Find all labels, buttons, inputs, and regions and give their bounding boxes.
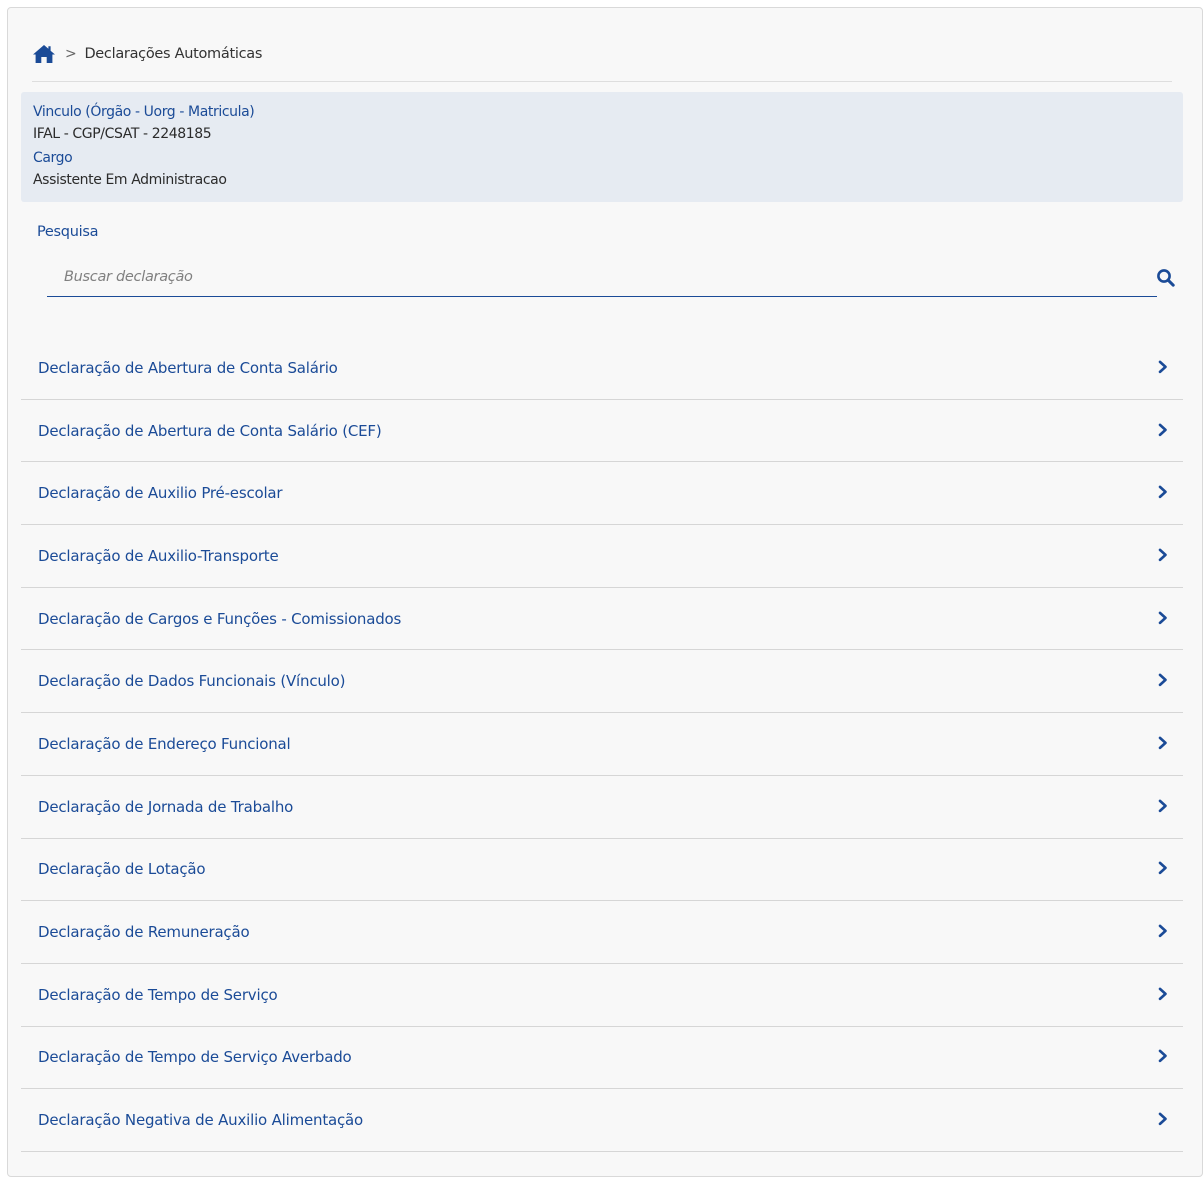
declarations-panel: > Declarações Automáticas Vinculo (Órgão…	[7, 7, 1203, 1177]
chevron-right-icon	[1158, 548, 1167, 562]
chevron-right-icon	[1158, 423, 1167, 436]
employee-info-box: Vinculo (Órgão - Uorg - Matricula) IFAL …	[21, 92, 1183, 202]
declaration-item[interactable]: Declaração de Auxilio-Transporte	[21, 525, 1183, 588]
declaration-label: Declaração de Jornada de Trabalho	[38, 797, 294, 816]
declaration-item[interactable]: Declaração de Jornada de Trabalho	[21, 776, 1183, 839]
declaration-list: Declaração de Abertura de Conta Salário …	[21, 337, 1183, 1152]
declaration-item[interactable]: Declaração de Lotação	[21, 839, 1183, 902]
declaration-item[interactable]: Declaração de Cargos e Funções - Comissi…	[21, 588, 1183, 651]
declaration-label: Declaração de Auxilio-Transporte	[38, 546, 279, 565]
chevron-right-icon	[1158, 861, 1167, 875]
declaration-label: Declaração de Tempo de Serviço Averbado	[38, 1048, 352, 1067]
search-label: Pesquisa	[37, 224, 99, 240]
chevron-right-icon	[1158, 485, 1167, 499]
breadcrumb-current: Declarações Automáticas	[84, 46, 263, 62]
search-icon[interactable]	[1156, 268, 1176, 288]
chevron-right-icon	[1158, 673, 1167, 687]
breadcrumb: > Declarações Automáticas	[32, 40, 262, 68]
chevron-right-icon	[1158, 799, 1167, 812]
chevron-right-icon	[1158, 924, 1167, 938]
chevron-right-icon	[1158, 360, 1167, 374]
breadcrumb-divider	[32, 81, 1172, 82]
chevron-right-icon	[1158, 1049, 1167, 1063]
home-icon[interactable]	[32, 44, 56, 64]
declaration-label: Declaração de Tempo de Serviço	[38, 985, 278, 1004]
declaration-label: Declaração de Auxilio Pré-escolar	[38, 484, 283, 503]
chevron-right-icon	[1158, 736, 1167, 750]
declaration-item[interactable]: Declaração de Dados Funcionais (Vínculo)	[21, 650, 1183, 714]
cargo-value: Assistente Em Administracao	[33, 172, 227, 188]
declaration-label: Declaração Negativa de Auxilio Alimentaç…	[38, 1111, 364, 1130]
search-input[interactable]	[47, 258, 1146, 296]
declaration-item[interactable]: Declaração de Remuneração	[21, 901, 1183, 964]
declaration-label: Declaração de Abertura de Conta Salário …	[38, 421, 382, 440]
declaration-label: Declaração de Endereço Funcional	[38, 734, 291, 753]
declaration-label: Declaração de Lotação	[38, 860, 206, 879]
chevron-right-icon	[1158, 987, 1167, 1000]
declaration-label: Declaração de Dados Funcionais (Vínculo)	[38, 672, 346, 691]
declaration-item[interactable]: Declaração de Auxilio Pré-escolar	[21, 462, 1183, 526]
declaration-item[interactable]: Declaração Negativa de Auxilio Alimentaç…	[21, 1089, 1183, 1152]
breadcrumb-separator: >	[65, 46, 77, 62]
declaration-label: Declaração de Abertura de Conta Salário	[38, 358, 338, 377]
declaration-item[interactable]: Declaração de Abertura de Conta Salário	[21, 337, 1183, 400]
declaration-item[interactable]: Declaração de Tempo de Serviço	[21, 964, 1183, 1027]
vinculo-label: Vinculo (Órgão - Uorg - Matricula)	[33, 104, 255, 120]
cargo-label: Cargo	[33, 150, 73, 166]
chevron-right-icon	[1158, 611, 1167, 624]
chevron-right-icon	[1158, 1112, 1167, 1126]
declaration-label: Declaração de Remuneração	[38, 923, 250, 942]
search-field	[47, 258, 1157, 297]
declaration-item[interactable]: Declaração de Abertura de Conta Salário …	[21, 400, 1183, 463]
vinculo-value: IFAL - CGP/CSAT - 2248185	[33, 126, 212, 142]
declaration-item[interactable]: Declaração de Tempo de Serviço Averbado	[21, 1027, 1183, 1090]
declaration-item[interactable]: Declaração de Endereço Funcional	[21, 713, 1183, 776]
declaration-label: Declaração de Cargos e Funções - Comissi…	[38, 609, 402, 628]
